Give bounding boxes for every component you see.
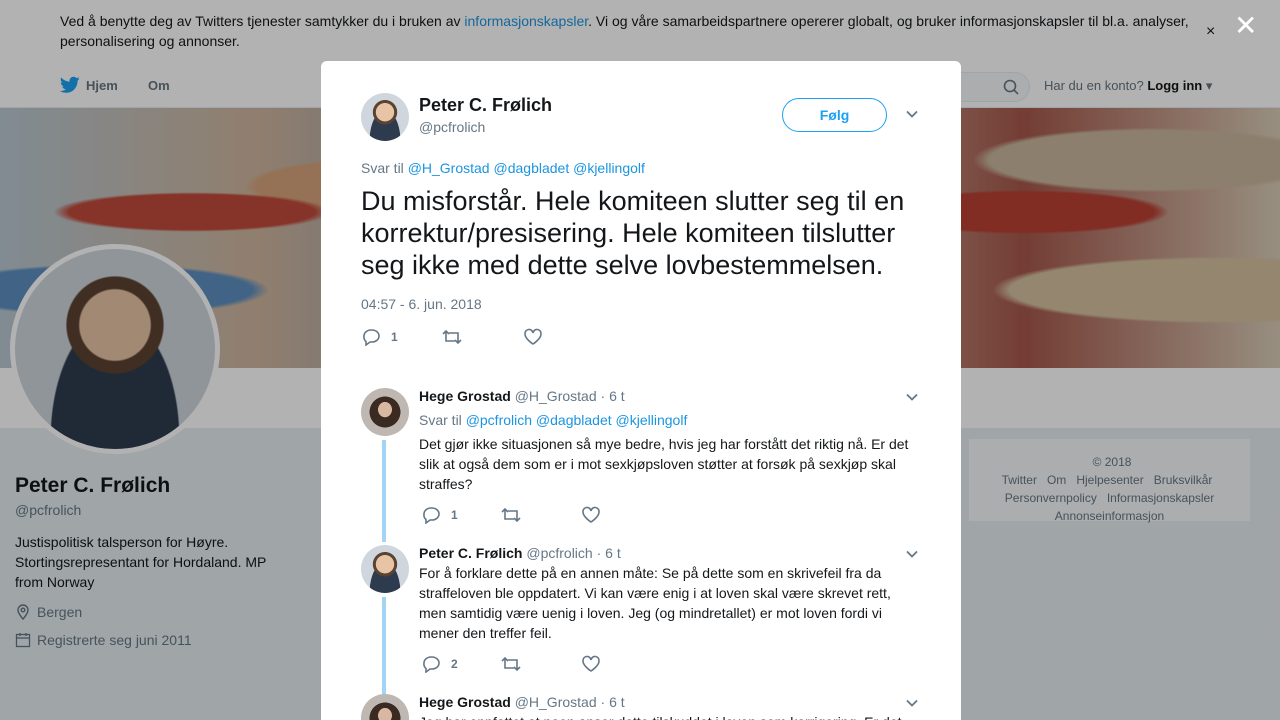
reply-actions: 1 [421,506,661,524]
reply-to-line: Svar til @pcfrolich @dagbladet @kjelling… [419,412,688,428]
mention-link[interactable]: @dagbladet [494,160,570,176]
reply-age[interactable]: · 6 t [601,694,625,710]
reply-icon [363,329,380,346]
reply-icon [423,656,440,673]
retweet-icon [501,656,521,672]
mention-link[interactable]: @pcfrolich [466,412,532,428]
reply-author-name[interactable]: Peter C. Frølich [419,545,522,561]
author-name[interactable]: Peter C. Frølich [419,95,552,116]
heart-icon [582,655,600,672]
retweet-button[interactable] [442,328,523,346]
avatar[interactable] [361,694,409,720]
tweet-actions: 1 [361,328,604,346]
chevron-down-icon[interactable] [905,390,919,404]
reply-author-name[interactable]: Hege Grostad [419,694,511,710]
mention-link[interactable]: @dagbladet [536,412,612,428]
reply-tweet[interactable]: Hege Grostad @H_Grostad · 6 t Svar til @… [361,388,921,542]
chevron-down-icon[interactable] [905,547,919,561]
reply-icon [423,507,440,524]
reply-age[interactable]: · 6 t [597,545,621,561]
mention-link[interactable]: @H_Grostad [408,160,490,176]
retweet-icon [442,329,462,345]
reply-author-handle[interactable]: @H_Grostad [515,694,597,710]
heart-icon [582,506,600,523]
mention-link[interactable]: @kjellingolf [616,412,688,428]
retweet-icon [501,507,521,523]
reply-header: Peter C. Frølich @pcfrolich · 6 t [419,545,621,561]
like-button[interactable] [523,328,604,346]
reply-author-name[interactable]: Hege Grostad [419,388,511,404]
retweet-button[interactable] [501,506,581,524]
tweet-modal: Peter C. Frølich @pcfrolich Følg Svar ti… [321,61,961,720]
author-avatar[interactable] [361,93,409,141]
reply-header: Hege Grostad @H_Grostad · 6 t [419,694,625,710]
reply-age[interactable]: · 6 t [601,388,625,404]
mention-link[interactable]: @kjellingolf [573,160,645,176]
reply-author-handle[interactable]: @H_Grostad [515,388,597,404]
reply-header: Hege Grostad @H_Grostad · 6 t [419,388,625,404]
reply-author-handle[interactable]: @pcfrolich [526,545,592,561]
reply-text: For å forklare dette på en annen måte: S… [419,565,891,641]
thread-connector [382,597,386,695]
reply-button[interactable]: 1 [421,506,501,524]
reply-actions: 2 [421,655,661,673]
reply-tweet[interactable]: Hege Grostad @H_Grostad · 6 t Jeg har op… [361,694,921,720]
author-handle[interactable]: @pcfrolich [419,119,485,135]
like-button[interactable] [581,655,661,673]
chevron-down-icon[interactable] [905,107,919,121]
follow-button[interactable]: Følg [782,98,887,132]
reply-tweet[interactable]: Peter C. Frølich @pcfrolich · 6 t For å … [361,545,921,695]
avatar[interactable] [361,388,409,436]
chevron-down-icon[interactable] [905,696,919,710]
heart-icon [524,328,542,345]
close-icon[interactable]: ✕ [1234,12,1257,40]
thread-connector [382,440,386,542]
reply-text: Det gjør ikke situasjonen så mye bedre, … [419,436,909,492]
tweet-timestamp[interactable]: 04:57 - 6. jun. 2018 [361,296,482,312]
retweet-button[interactable] [501,655,581,673]
reply-button[interactable]: 1 [361,328,442,346]
tweet-text: Du misforstår. Hele komiteen slutter seg… [361,186,905,280]
reply-text: Jeg har oppfattet at noen anser dette ti… [419,712,909,720]
avatar[interactable] [361,545,409,593]
reply-button[interactable]: 2 [421,655,501,673]
reply-to-line: Svar til @H_Grostad @dagbladet @kjelling… [361,160,645,176]
like-button[interactable] [581,506,661,524]
